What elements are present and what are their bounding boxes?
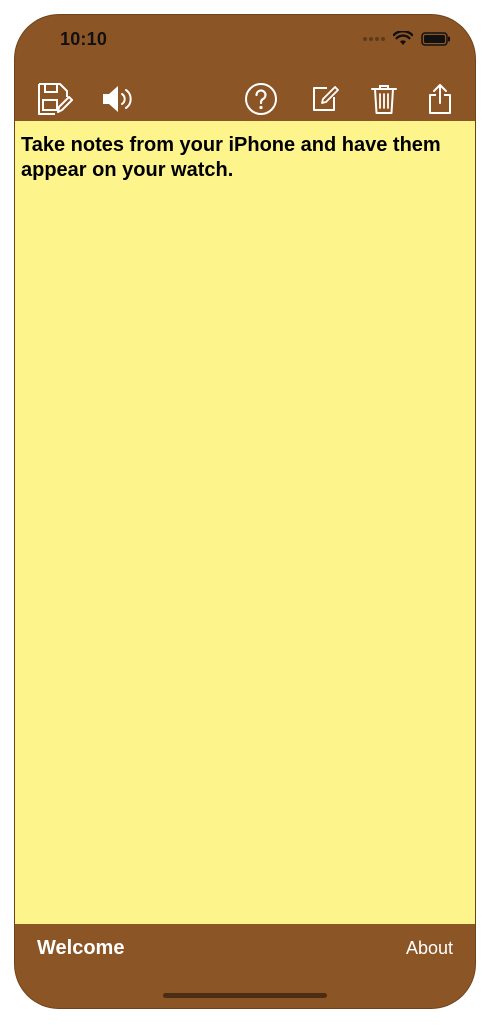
help-icon [245,83,277,115]
status-bar: 10:10 [15,15,475,75]
delete-note-button[interactable] [364,79,404,119]
share-icon [429,84,451,114]
battery-icon [421,31,450,46]
tab-bar: Welcome About [15,924,475,1008]
new-note-button[interactable] [305,79,345,119]
compose-icon [313,86,339,111]
phone-screen: 10:10 Take notes from your iPhone and ha… [15,15,475,1008]
speak-note-button[interactable] [99,79,139,119]
save-note-button[interactable] [35,79,75,119]
note-text-area[interactable]: Take notes from your iPhone and have the… [15,121,475,924]
note-text[interactable]: Take notes from your iPhone and have the… [21,133,461,183]
home-indicator[interactable] [163,993,327,998]
tab-about[interactable]: About [406,938,453,959]
status-indicators [363,31,451,46]
toolbar [15,75,475,123]
save-note-icon [38,83,73,115]
share-button[interactable] [420,79,460,119]
wifi-icon [393,31,413,45]
help-button[interactable] [241,79,281,119]
speaker-icon [103,86,132,112]
cellular-signal-icon [363,36,385,41]
trash-icon [371,85,397,114]
status-time: 10:10 [60,29,108,49]
tab-welcome[interactable]: Welcome [37,937,124,960]
